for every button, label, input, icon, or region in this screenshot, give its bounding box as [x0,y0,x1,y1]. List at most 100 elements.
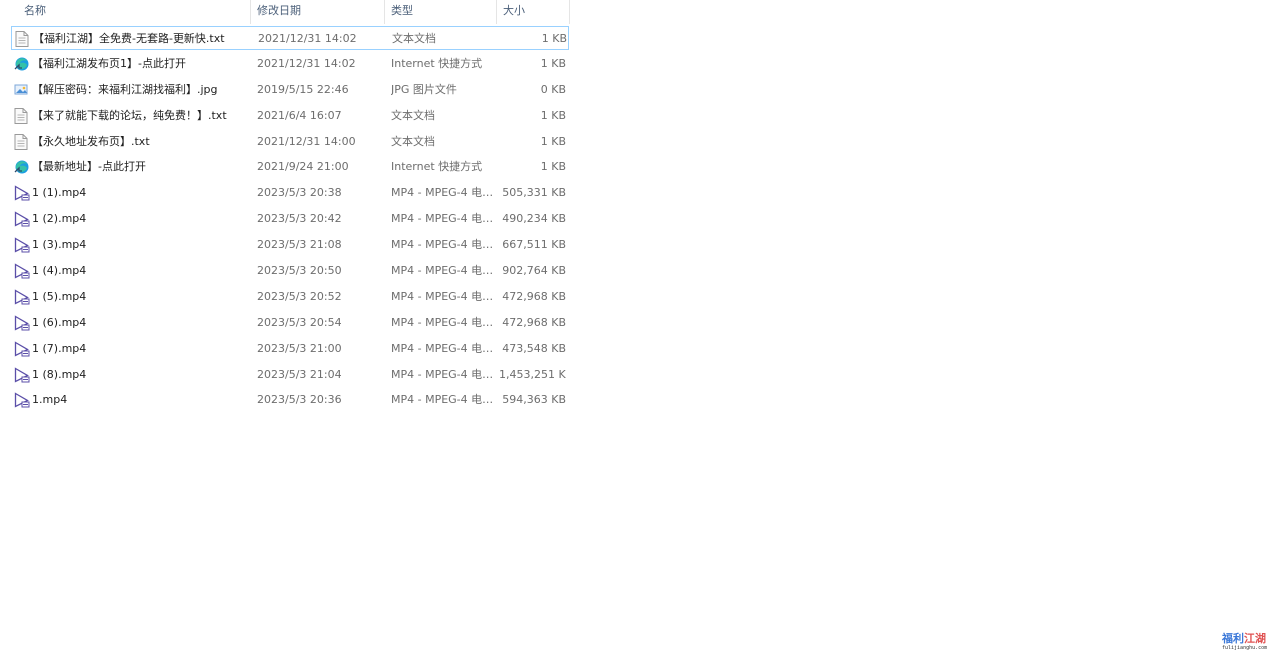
file-type: MP4 - MPEG-4 电影... [391,212,499,226]
file-row[interactable]: 1.mp4 2023/5/3 20:36 MP4 - MPEG-4 电影... 594… [11,388,569,412]
file-size: 505,331 KB [502,186,566,200]
file-row[interactable]: 【福利江湖】全免费-无套路-更新快.txt 2021/12/31 14:02 文本文… [11,26,569,50]
file-size: 1 KB [540,160,566,174]
file-date: 2023/5/3 20:38 [257,186,342,200]
file-date: 2023/5/3 21:00 [257,341,342,355]
file-type: MP4 - MPEG-4 电影... [391,315,499,329]
video-file-icon [14,366,30,383]
file-row[interactable]: 【福利江湖发布页1】-点此打开 2021/12/31 14:02 Internet … [11,52,569,76]
column-header-date[interactable]: 修改日期 [252,0,385,24]
file-type: Internet 快捷方式 [391,56,483,70]
text-file-icon [14,133,30,150]
file-row[interactable]: 1 (1).mp4 2023/5/3 20:38 MP4 - MPEG-4 电影..… [11,181,569,205]
file-row[interactable]: 1 (7).mp4 2023/5/3 21:00 MP4 - MPEG-4 电影..… [11,337,569,361]
file-size: 472,968 KB [502,315,566,329]
file-type: MP4 - MPEG-4 电影... [391,341,499,355]
file-name: 1 (6).mp4 [32,315,87,329]
file-size: 1 KB [541,32,567,45]
file-row[interactable]: 【来了就能下载的论坛，纯免费！】.txt 2021/6/4 16:07 文本文档 1 … [11,104,569,128]
file-date: 2019/5/15 22:46 [257,82,349,96]
file-name: 1 (2).mp4 [32,212,87,226]
file-name: 1 (3).mp4 [32,238,87,252]
file-type: MP4 - MPEG-4 电影... [391,393,499,407]
file-date: 2023/5/3 20:54 [257,315,342,329]
file-list: 【福利江湖】全免费-无套路-更新快.txt 2021/12/31 14:02 文本文… [11,26,569,414]
file-size: 472,968 KB [502,289,566,303]
column-header-type[interactable]: 类型 [386,0,497,24]
video-file-icon [14,237,30,253]
file-name: 1 (8).mp4 [32,367,87,381]
file-size: 1,453,251 KB [499,367,566,381]
file-row[interactable]: 【最新地址】-点此打开 2021/9/24 21:00 Internet 快捷方式 1… [11,155,569,179]
file-date: 2021/9/24 21:00 [257,160,349,174]
edge-shortcut-icon [14,56,30,72]
file-row[interactable]: 1 (8).mp4 2023/5/3 21:04 MP4 - MPEG-4 电影..… [11,363,569,387]
file-type: 文本文档 [392,32,436,45]
watermark-logo: 福利江湖 fulijianghu.com [1222,632,1274,654]
file-date: 2023/5/3 20:50 [257,264,342,278]
file-size: 1 KB [540,56,566,70]
text-file-icon [14,107,30,124]
file-size: 1 KB [540,134,566,148]
file-type: MP4 - MPEG-4 电影... [391,367,499,381]
file-name: 【福利江湖发布页1】-点此打开 [32,56,186,70]
image-file-icon [14,82,30,98]
file-date: 2023/5/3 20:42 [257,212,342,226]
text-file-icon [15,31,31,47]
file-size: 0 KB [540,82,566,96]
file-type: MP4 - MPEG-4 电影... [391,186,499,200]
file-name: 1 (1).mp4 [32,186,87,200]
file-date: 2021/12/31 14:00 [257,134,356,148]
file-name: 1 (7).mp4 [32,341,87,355]
file-name: 【最新地址】-点此打开 [32,160,146,174]
file-size: 1 KB [540,108,566,122]
video-file-icon [14,211,30,227]
file-row[interactable]: 【永久地址发布页】.txt 2021/12/31 14:00 文本文档 1 KB [11,130,569,154]
file-row[interactable]: 1 (2).mp4 2023/5/3 20:42 MP4 - MPEG-4 电影..… [11,207,569,231]
watermark-url: fulijianghu.com [1222,645,1268,651]
video-file-icon [14,341,30,357]
column-header-size[interactable]: 大小 [498,0,570,24]
file-row[interactable]: 1 (5).mp4 2023/5/3 20:52 MP4 - MPEG-4 电影..… [11,285,569,309]
file-row[interactable]: 1 (3).mp4 2023/5/3 21:08 MP4 - MPEG-4 电影..… [11,233,569,257]
file-type: MP4 - MPEG-4 电影... [391,264,499,278]
video-file-icon [14,185,30,201]
video-file-icon [14,392,30,409]
file-size: 902,764 KB [502,264,566,278]
file-date: 2023/5/3 20:36 [257,393,342,407]
file-size: 594,363 KB [502,393,566,407]
file-type: 文本文档 [391,134,435,148]
file-type: MP4 - MPEG-4 电影... [391,238,499,252]
file-size: 473,548 KB [502,341,566,355]
file-name: 【来了就能下载的论坛，纯免费！】.txt [32,108,227,122]
file-name: 1 (5).mp4 [32,289,87,303]
watermark-part1: 福利 [1222,632,1244,645]
column-header-name[interactable]: 名称 [11,0,251,24]
file-date: 2021/6/4 16:07 [257,108,342,122]
file-type: 文本文档 [391,108,435,122]
file-row[interactable]: 1 (6).mp4 2023/5/3 20:54 MP4 - MPEG-4 电影..… [11,311,569,335]
file-name: 【福利江湖】全免费-无套路-更新快.txt [33,32,225,45]
file-name: 【解压密码：来福利江湖找福利】.jpg [32,82,218,96]
file-name: 【永久地址发布页】.txt [32,134,150,148]
video-file-icon [14,289,30,305]
file-date: 2023/5/3 20:52 [257,289,342,303]
file-row[interactable]: 1 (4).mp4 2023/5/3 20:50 MP4 - MPEG-4 电影..… [11,259,569,283]
file-date: 2021/12/31 14:02 [258,32,357,45]
file-size: 490,234 KB [502,212,566,226]
file-type: MP4 - MPEG-4 电影... [391,289,499,303]
edge-shortcut-icon [14,159,30,175]
file-type: JPG 图片文件 [391,82,457,96]
file-type: Internet 快捷方式 [391,160,483,174]
video-file-icon [14,315,30,331]
file-name: 1.mp4 [32,393,68,407]
file-date: 2021/12/31 14:02 [257,56,356,70]
video-file-icon [14,263,30,279]
watermark-part2: 江湖 [1244,632,1266,645]
file-date: 2023/5/3 21:08 [257,238,342,252]
file-size: 667,511 KB [502,238,566,252]
file-name: 1 (4).mp4 [32,264,87,278]
column-header-bar: ˄ 名称 修改日期 类型 大小 [0,0,572,24]
file-row[interactable]: 【解压密码：来福利江湖找福利】.jpg 2019/5/15 22:46 JPG 图片… [11,78,569,102]
file-date: 2023/5/3 21:04 [257,367,342,381]
